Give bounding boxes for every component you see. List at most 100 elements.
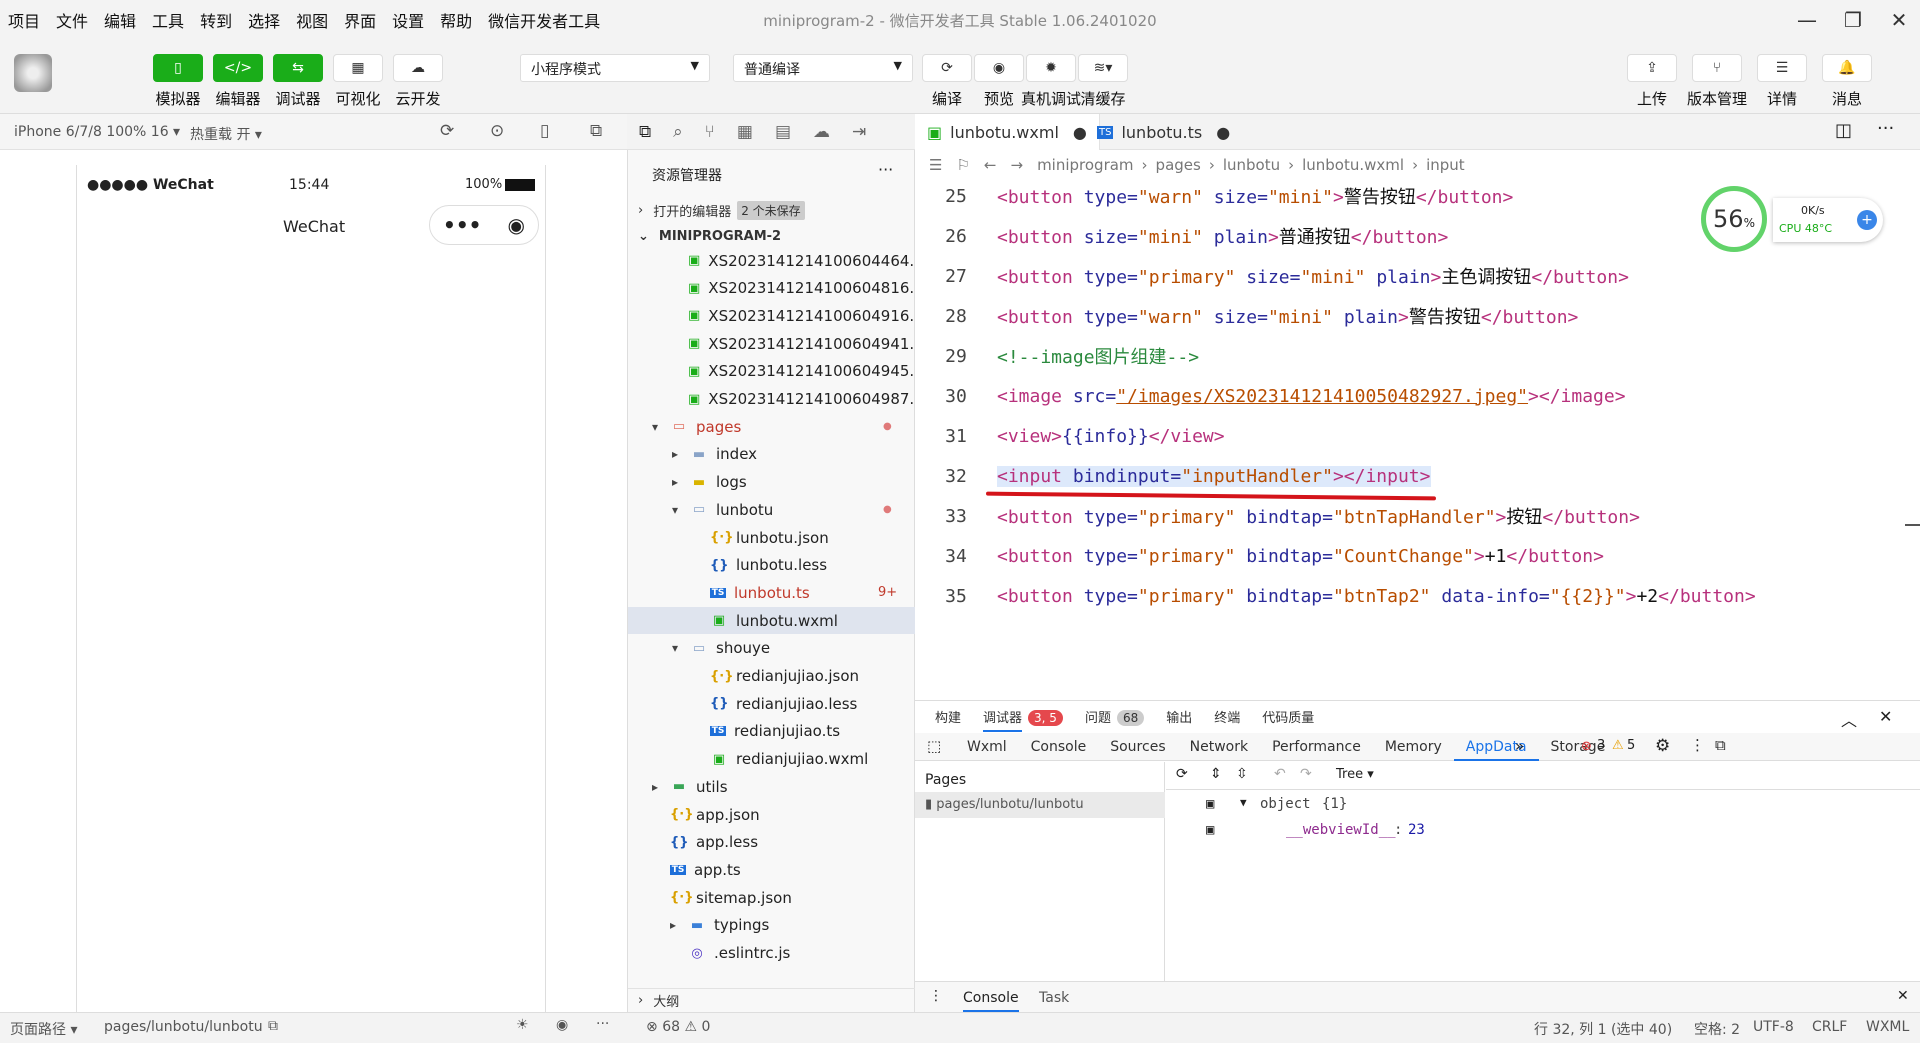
page-list-item[interactable]: ▮ pages/lunbotu/lunbotu <box>915 792 1165 818</box>
collapse-icon[interactable]: ⇥ <box>852 122 866 142</box>
cursor-position[interactable]: 行 32, 列 1 (选中 40) <box>1534 1019 1672 1039</box>
open-editors-header[interactable]: › 打开的编辑器 2 个未保存 <box>628 197 916 223</box>
devtools-tab[interactable]: 调试器 3, 5 <box>983 707 1063 733</box>
performance-widget[interactable]: 56% <box>1701 186 1767 252</box>
kebab-icon[interactable]: ⋮ <box>1690 736 1705 754</box>
code-line[interactable]: 30 <image src="/images/XS2023141214100504… <box>915 376 1920 416</box>
stop-icon[interactable]: ⊙ <box>490 121 504 141</box>
panel-tab-wxml[interactable]: Wxml <box>955 733 1019 761</box>
bug-icon[interactable]: ☀ <box>516 1017 529 1033</box>
tab-lunbotu-wxml[interactable]: ▣ lunbotu.wxml ● <box>915 114 1100 150</box>
panel-tab-performance[interactable]: Performance <box>1260 733 1373 761</box>
back-icon[interactable]: ← <box>984 156 997 174</box>
gear-icon[interactable]: ⚙ <box>1655 736 1670 756</box>
redo-icon[interactable]: ↷ <box>1300 766 1312 782</box>
tree-item[interactable]: ◎ .eslintrc.js <box>628 940 916 967</box>
device-select[interactable]: iPhone 6/7/8 100% 16 ▾ <box>14 124 180 140</box>
menu-item[interactable]: 微信开发者工具 <box>480 8 608 32</box>
menu-item[interactable]: 视图 <box>288 8 336 32</box>
expand-icon[interactable]: ⇕ <box>1210 766 1222 782</box>
code-line[interactable]: 27 <button type="primary" size="mini" pla… <box>915 256 1920 296</box>
undo-icon[interactable]: ↶ <box>1274 766 1286 782</box>
panel-tab-appdata[interactable]: AppData <box>1453 733 1539 761</box>
code-line[interactable]: 35 <button type="primary" bindtap="btnTap… <box>915 576 1920 616</box>
tree-item[interactable]: ▸ ▬ typings <box>628 912 916 939</box>
phone-icon[interactable]: ▯ <box>540 121 549 141</box>
tree-item[interactable]: {} app.less <box>628 829 916 856</box>
toolbar-button-3[interactable]: 🔔 消息 <box>1815 54 1879 109</box>
tree-item[interactable]: ▣ XS2023141214100604945... <box>628 358 916 385</box>
tree-item[interactable]: ▾ ▭ lunbotu ● <box>628 496 916 523</box>
forward-icon[interactable]: → <box>1010 156 1023 174</box>
tree-item[interactable]: {·} app.json <box>628 801 916 828</box>
indent-setting[interactable]: 空格: 2 <box>1694 1019 1740 1039</box>
tree-item[interactable]: ▾ ▭ pages ● <box>628 413 916 440</box>
code-line[interactable]: 33 <button type="primary" bindtap="btnTap… <box>915 496 1920 536</box>
chevron-down-icon[interactable]: ▼ <box>1240 796 1247 809</box>
edit-icon[interactable]: ▣ <box>1206 822 1214 838</box>
toolbar-button-0[interactable]: ▯ 模拟器 <box>146 54 210 109</box>
panel-tab-storage[interactable]: Storage <box>1539 733 1618 761</box>
tree-item[interactable]: TS lunbotu.ts 9+ <box>628 579 916 606</box>
project-header[interactable]: ⌄ MINIPROGRAM-2 <box>628 224 916 248</box>
breadcrumb-item[interactable]: lunbotu.wxml <box>1302 156 1404 174</box>
outline-header[interactable]: › 大纲 <box>628 988 916 1012</box>
panel-tab-network[interactable]: Network <box>1178 733 1260 761</box>
extensions-icon[interactable]: ▦ <box>737 122 753 142</box>
menu-item[interactable]: 编辑 <box>96 8 144 32</box>
tree-item[interactable]: {} redianjujiao.less <box>628 690 916 717</box>
language-mode[interactable]: WXML <box>1866 1019 1909 1035</box>
menu-item[interactable]: 转到 <box>192 8 240 32</box>
devtools-tab[interactable]: 问题 68 <box>1085 707 1145 733</box>
popout-icon[interactable]: ⧉ <box>590 121 602 141</box>
toolbar-button-1[interactable]: ⑂ 版本管理 <box>1685 54 1749 109</box>
tree-item[interactable]: ▣ XS2023141214100604916... <box>628 302 916 329</box>
toolbar-button-1[interactable]: </> 编辑器 <box>206 54 270 109</box>
menu-item[interactable]: 帮助 <box>432 8 480 32</box>
inspect-icon[interactable]: ⬚ <box>927 737 941 755</box>
panel-tab-memory[interactable]: Memory <box>1373 733 1454 761</box>
encoding[interactable]: UTF-8 <box>1753 1019 1794 1035</box>
more-icon[interactable]: ··· <box>1877 118 1894 139</box>
refresh-icon[interactable]: ⟳ <box>1176 766 1188 782</box>
close-icon[interactable]: ✕ <box>1879 707 1892 726</box>
maximize-button[interactable]: ❐ <box>1830 4 1876 36</box>
tab-console[interactable]: Console <box>963 990 1019 1012</box>
tab-task[interactable]: Task <box>1039 990 1069 1006</box>
view-mode-select[interactable]: Tree ▾ <box>1336 767 1374 782</box>
devtools-tab[interactable]: 输出 <box>1166 707 1192 733</box>
tree-item[interactable]: ▣ lunbotu.wxml <box>628 607 916 635</box>
files-icon[interactable]: ⧉ <box>639 122 651 142</box>
breadcrumb-item[interactable]: input <box>1426 156 1465 174</box>
code-line[interactable]: 28 <button type="warn" size="mini" plain>… <box>915 296 1920 336</box>
tree-item[interactable]: TS redianjujiao.ts <box>628 718 916 745</box>
split-editor-icon[interactable]: ◫ <box>1835 120 1852 141</box>
tree-item[interactable]: {·} sitemap.json <box>628 884 916 911</box>
code-area[interactable]: 25 <button type="warn" size="mini">警告按钮</… <box>915 176 1920 646</box>
close-window-button[interactable]: ✕ <box>1876 4 1920 36</box>
dock-icon[interactable]: ⧉ <box>1715 736 1726 754</box>
tree-item[interactable]: ▸ ▬ utils <box>628 773 916 800</box>
close-icon[interactable]: ✕ <box>1897 988 1909 1004</box>
toolbar-button-0[interactable]: ⇪ 上传 <box>1620 54 1684 109</box>
eol[interactable]: CRLF <box>1812 1019 1847 1035</box>
copy-icon[interactable]: ⧉ <box>268 1018 278 1034</box>
tree-item[interactable]: ▾ ▭ shouye <box>628 635 916 662</box>
code-line[interactable]: 29 <!--image图片组建--> <box>915 336 1920 376</box>
minimize-button[interactable]: — <box>1784 4 1830 36</box>
page-path-select[interactable]: 页面路径 ▾ <box>10 1019 77 1039</box>
menu-item[interactable]: 文件 <box>48 8 96 32</box>
more-icon[interactable]: ••• <box>443 213 481 237</box>
tree-item[interactable]: ▣ redianjujiao.wxml <box>628 746 916 773</box>
compile-select[interactable]: 普通编译 ▼ <box>733 54 913 82</box>
tree-item[interactable]: ▣ XS2023141214100604987... <box>628 386 916 413</box>
tree-item[interactable]: ▸ ▬ logs <box>628 469 916 496</box>
collapse-all-icon[interactable]: ⇳ <box>1236 766 1248 782</box>
avatar[interactable] <box>14 54 52 92</box>
tree-item[interactable]: TS app.ts <box>628 856 916 883</box>
code-line[interactable]: 34 <button type="primary" bindtap="CountC… <box>915 536 1920 576</box>
tree-item[interactable]: {·}package.json <box>628 967 916 974</box>
plus-icon[interactable]: + <box>1857 210 1877 230</box>
panel-tab-sources[interactable]: Sources <box>1098 733 1177 761</box>
menu-item[interactable]: 工具 <box>144 8 192 32</box>
